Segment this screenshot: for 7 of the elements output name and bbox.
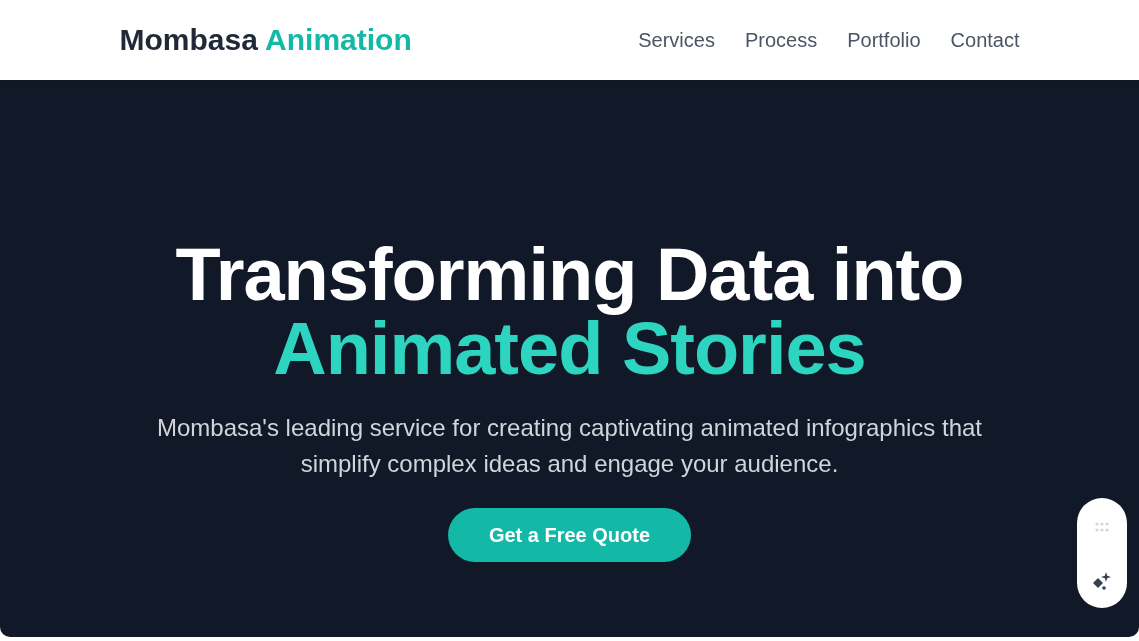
- logo[interactable]: Mombasa Animation: [119, 23, 412, 57]
- nav-link[interactable]: Services: [638, 28, 715, 52]
- grip-icon[interactable]: [1094, 522, 1110, 532]
- hero-subtitle: Mombasa's leading service for creating captivating animated infographics that simplify complex ideas and engage your audience.: [156, 413, 983, 479]
- nav-link[interactable]: Process: [744, 28, 818, 52]
- nav-link[interactable]: Portfolio: [847, 28, 921, 52]
- nav-link[interactable]: Contact: [950, 28, 1020, 52]
